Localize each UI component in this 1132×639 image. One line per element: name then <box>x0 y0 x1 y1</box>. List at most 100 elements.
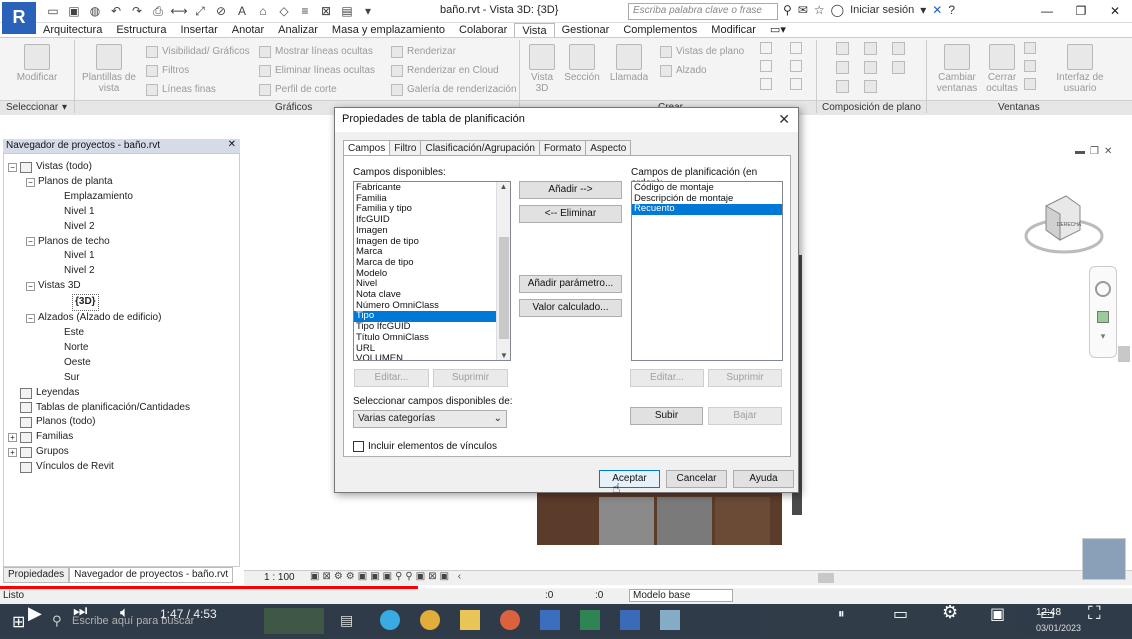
replicate-icon[interactable] <box>1024 42 1036 54</box>
modify-button[interactable]: Modificar <box>10 44 64 83</box>
chevron-down-icon[interactable]: ▾ <box>920 3 926 17</box>
tree-item[interactable]: Oeste <box>8 356 190 371</box>
tab-arquitectura[interactable]: Arquitectura <box>36 23 109 37</box>
search-icon[interactable]: ⚲ <box>52 613 62 629</box>
task-view-icon[interactable]: ▤ <box>340 612 353 629</box>
revit-taskbar-icon[interactable] <box>540 610 560 630</box>
matchline-icon[interactable] <box>892 61 905 74</box>
subscription-icon[interactable]: ✉ <box>798 3 808 17</box>
tree-item[interactable]: − Planos de planta <box>8 175 190 190</box>
tree-item[interactable]: + Grupos <box>8 445 190 460</box>
thin-lines-icon[interactable]: ≡ <box>296 3 314 19</box>
tile-icon[interactable] <box>1024 78 1036 90</box>
remove-field-button[interactable]: <-- Eliminar <box>519 205 622 223</box>
calculated-value-button[interactable]: Valor calculado... <box>519 299 622 317</box>
fullscreen-icon[interactable]: ⛶ <box>1088 603 1101 624</box>
favorites-icon[interactable]: ☆ <box>814 3 825 17</box>
tree-item[interactable]: Leyendas <box>8 386 190 401</box>
viewports-icon[interactable] <box>864 80 877 93</box>
close-hidden-button[interactable]: Cerrar ocultas <box>984 44 1020 94</box>
theater-icon[interactable]: ▭ <box>1040 604 1055 624</box>
tab-estructura[interactable]: Estructura <box>109 23 173 37</box>
tag-icon[interactable]: ⊘ <box>212 3 230 19</box>
tree-item[interactable]: Vínculos de Revit <box>8 460 190 475</box>
sync-icon[interactable]: ◍ <box>86 3 104 19</box>
text-icon[interactable]: A <box>233 3 251 19</box>
tab-analizar[interactable]: Analizar <box>271 23 325 37</box>
measure-icon[interactable]: ⟷ <box>170 3 188 19</box>
include-links-checkbox[interactable] <box>353 441 364 452</box>
tree-toggle[interactable]: − <box>8 162 17 172</box>
cascade-icon[interactable] <box>1024 60 1036 72</box>
chrome-icon[interactable] <box>420 610 440 630</box>
app-icon[interactable] <box>660 610 680 630</box>
callout-button[interactable]: Llamada <box>605 44 653 83</box>
user-interface-button[interactable]: Interfaz de usuario <box>1052 44 1108 94</box>
tree-toggle[interactable]: − <box>26 314 35 324</box>
add-field-button[interactable]: Añadir --> <box>519 181 622 199</box>
select-dropdown-icon[interactable]: ▾ <box>62 102 67 113</box>
help-button[interactable]: Ayuda <box>733 470 794 488</box>
application-menu-button[interactable]: R <box>2 2 36 34</box>
user-icon[interactable]: ◯ <box>831 3 844 17</box>
plan-views-button[interactable]: Vistas de plano <box>660 42 744 61</box>
tree-item[interactable]: Norte <box>8 341 190 356</box>
close-icon[interactable]: ✕ <box>1098 0 1132 22</box>
drafting-view-icon[interactable] <box>760 42 772 54</box>
render-cloud-button[interactable]: Renderizar en Cloud <box>391 61 517 80</box>
sheet-new-icon[interactable] <box>836 42 849 55</box>
list-item[interactable]: VOLUMEN <box>354 354 496 360</box>
tab-vista[interactable]: Vista <box>514 23 555 37</box>
tab-masa-y-emplazamiento[interactable]: Masa y emplazamiento <box>325 23 452 37</box>
3d-view-icon[interactable]: ⌂ <box>254 3 272 19</box>
remove-hidden-lines-button[interactable]: Eliminar líneas ocultas <box>259 61 375 80</box>
tab-gestionar[interactable]: Gestionar <box>555 23 617 37</box>
close-icon[interactable]: ✕ <box>778 111 790 128</box>
tree-item[interactable]: − Planos de techo <box>8 235 190 250</box>
redo-icon[interactable]: ↷ <box>128 3 146 19</box>
view-templates-button[interactable]: Plantillas de vista <box>80 44 138 94</box>
revisions-icon[interactable] <box>836 61 849 74</box>
scope-box-icon[interactable] <box>760 78 772 90</box>
tree-toggle[interactable]: + <box>8 433 17 443</box>
select-from-dropdown[interactable]: Varias categorías ⌄ <box>353 410 507 428</box>
tree-item[interactable]: Tablas de planificación/Cantidades <box>8 401 190 416</box>
file-explorer-icon[interactable] <box>460 610 480 630</box>
section-button[interactable]: Sección <box>562 44 602 83</box>
cut-profile-button[interactable]: Perfil de corte <box>259 80 375 99</box>
minimize-icon[interactable]: — <box>1030 0 1064 22</box>
tree-item[interactable]: + Familias <box>8 430 190 445</box>
tree-item[interactable]: Sur <box>8 371 190 386</box>
ribbon-options-icon[interactable]: ▭▾ <box>763 23 793 37</box>
3d-view-button[interactable]: Vista 3D <box>524 44 560 94</box>
cancel-button[interactable]: Cancelar <box>666 470 727 488</box>
close-windows-icon[interactable]: ⊠ <box>317 3 335 19</box>
delete-available-button[interactable]: Suprimir <box>433 369 508 387</box>
active-model-select[interactable]: Modelo base <box>629 589 733 602</box>
restore-icon[interactable]: ❐ <box>1064 0 1098 22</box>
tab-modificar[interactable]: Modificar <box>704 23 763 37</box>
open-icon[interactable]: ▭ <box>44 3 62 19</box>
edit-schedule-button[interactable]: Editar... <box>630 369 704 387</box>
save-icon[interactable]: ▣ <box>65 3 83 19</box>
scrollbar-thumb[interactable] <box>499 237 509 339</box>
visibility-button[interactable]: Visibilidad/ Gráficos <box>146 42 250 61</box>
taskbar-date[interactable]: 03/01/2023 <box>1036 623 1081 633</box>
tab-properties[interactable]: Propiedades <box>3 567 70 583</box>
settings-icon[interactable]: ⚙ <box>942 602 958 623</box>
tab-project-browser[interactable]: Navegador de proyectos - baño.rvt <box>69 567 234 583</box>
guide-grid-icon[interactable] <box>864 61 877 74</box>
title-block-icon[interactable] <box>892 42 905 55</box>
viewport-scrollbar[interactable] <box>1118 346 1130 362</box>
miniplayer-icon[interactable]: ▣ <box>990 604 1005 624</box>
volume-icon[interactable]: 🔈︎ <box>120 604 129 621</box>
tree-item[interactable]: Nivel 1 <box>8 205 190 220</box>
available-fields-list[interactable]: Fabricante Familia Familia y tipo IfcGUID Im… <box>353 181 511 361</box>
steering-wheel-icon[interactable] <box>1095 281 1111 297</box>
help-search-input[interactable]: Escriba palabra clave o frase <box>628 3 778 20</box>
tree-toggle[interactable]: + <box>8 448 17 458</box>
view-control-icons[interactable]: ▣⊠⚙⚙▣▣▣⚲⚲▣⊠▣ ‹ <box>310 571 464 582</box>
minimize-icon[interactable]: ▬ <box>1075 146 1085 157</box>
panel-select-label[interactable]: Seleccionar <box>6 102 58 113</box>
tree-item[interactable]: Nivel 2 <box>8 220 190 235</box>
